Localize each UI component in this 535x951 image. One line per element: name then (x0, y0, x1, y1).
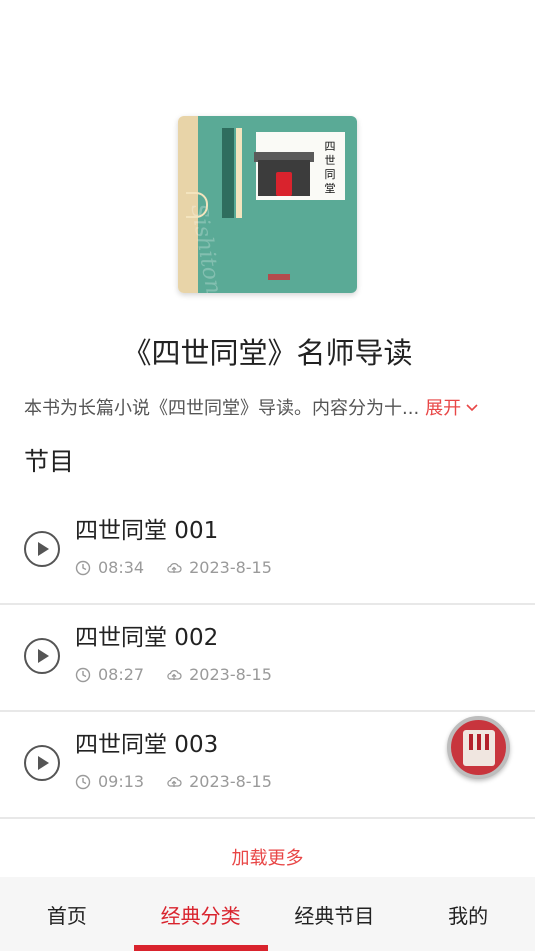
tab-label: 首页 (46, 903, 87, 928)
play-icon (38, 542, 49, 556)
bottom-tab-bar: 首页 经典分类 经典节目 我的 (0, 877, 535, 951)
album-description: 本书为长篇小说《四世同堂》导读。内容分为十... (24, 398, 420, 419)
episodes-section-title: 节目 (24, 447, 75, 476)
tab-label: 我的 (448, 903, 489, 928)
cloud-upload-icon (167, 562, 182, 573)
episode-title: 四世同堂 002 (75, 625, 219, 651)
episode-meta: 09:13 2023-8-15 (75, 772, 272, 791)
active-tab-indicator (133, 945, 268, 951)
expand-label: 展开 (425, 398, 462, 419)
tab-label: 经典分类 (160, 903, 241, 928)
tab-home[interactable]: 首页 (0, 877, 134, 951)
play-button[interactable] (24, 531, 60, 567)
publisher-logo (268, 274, 290, 280)
clock-icon (75, 774, 91, 789)
cloud-upload-icon (167, 669, 182, 680)
cover-front: 四世同堂 Sishitong (185, 116, 357, 293)
play-button[interactable] (24, 638, 60, 674)
episode-duration: 09:13 (98, 772, 145, 791)
episode-item[interactable]: 四世同堂 002 08:27 2023-8-15 (0, 605, 535, 712)
cover-title: 四世同堂 (324, 140, 336, 195)
episode-item[interactable]: 四世同堂 001 08:34 2023-8-15 (0, 498, 535, 605)
expand-description-button[interactable]: 展开 (425, 394, 480, 420)
episode-date: 2023-8-15 (189, 772, 272, 791)
episode-meta: 08:27 2023-8-15 (75, 665, 272, 684)
episode-date: 2023-8-15 (189, 558, 272, 577)
play-icon (38, 649, 49, 663)
episode-duration: 08:34 (98, 558, 145, 577)
album-cover-image: 四世同堂 Sishitong (178, 116, 357, 293)
play-icon (38, 756, 49, 770)
clock-icon (75, 667, 91, 682)
clock-icon (75, 560, 91, 575)
tab-mine[interactable]: 我的 (401, 877, 535, 951)
play-button[interactable] (24, 745, 60, 781)
episode-title: 四世同堂 001 (75, 518, 219, 544)
tab-classic-programs[interactable]: 经典节目 (268, 877, 402, 951)
album-title: 《四世同堂》名师导读 (122, 336, 413, 370)
album-description-row: 本书为长篇小说《四世同堂》导读。内容分为十... 展开 (24, 394, 514, 420)
load-more-button[interactable]: 加载更多 (0, 844, 535, 870)
episode-title: 四世同堂 003 (75, 732, 219, 758)
chevron-down-icon (466, 404, 478, 412)
episode-meta: 08:34 2023-8-15 (75, 558, 272, 577)
floating-player-button[interactable] (447, 716, 510, 779)
tab-label: 经典节目 (294, 903, 375, 928)
tab-classic-categories[interactable]: 经典分类 (133, 877, 268, 951)
episode-date: 2023-8-15 (189, 665, 272, 684)
episode-duration: 08:27 (98, 665, 145, 684)
cloud-upload-icon (167, 776, 182, 787)
